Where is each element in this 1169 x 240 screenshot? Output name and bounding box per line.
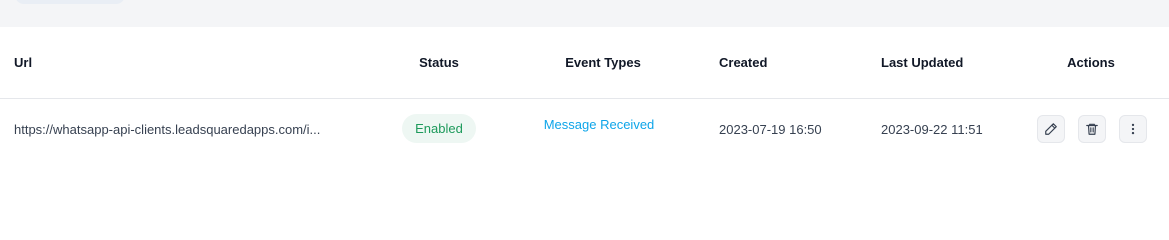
trash-icon (1085, 122, 1099, 136)
last-updated-timestamp: 2023-09-22 11:51 (881, 122, 983, 137)
created-timestamp: 2023-07-19 16:50 (719, 122, 822, 137)
top-toolbar-band (0, 0, 1169, 27)
column-header-url: Url (14, 55, 33, 70)
edit-icon (1044, 122, 1058, 136)
table-row: https://whatsapp-api-clients.leadsquared… (0, 99, 1169, 159)
toolbar-tab-fragment (15, 0, 125, 4)
column-header-last-updated: Last Updated (881, 55, 964, 70)
column-header-event-types: Event Types (565, 55, 641, 70)
table-header-row: Url Status Event Types Created Last Upda… (0, 27, 1169, 99)
column-header-actions: Actions (1067, 55, 1115, 70)
delete-button[interactable] (1078, 115, 1106, 143)
webhook-url: https://whatsapp-api-clients.leadsquared… (14, 122, 321, 137)
column-header-status: Status (419, 55, 459, 70)
status-badge: Enabled (402, 114, 476, 143)
column-header-created: Created (719, 55, 768, 70)
more-options-button[interactable] (1119, 115, 1147, 143)
event-type-link[interactable]: Message Received (532, 112, 666, 136)
edit-button[interactable] (1037, 115, 1065, 143)
more-vertical-icon (1126, 122, 1140, 136)
